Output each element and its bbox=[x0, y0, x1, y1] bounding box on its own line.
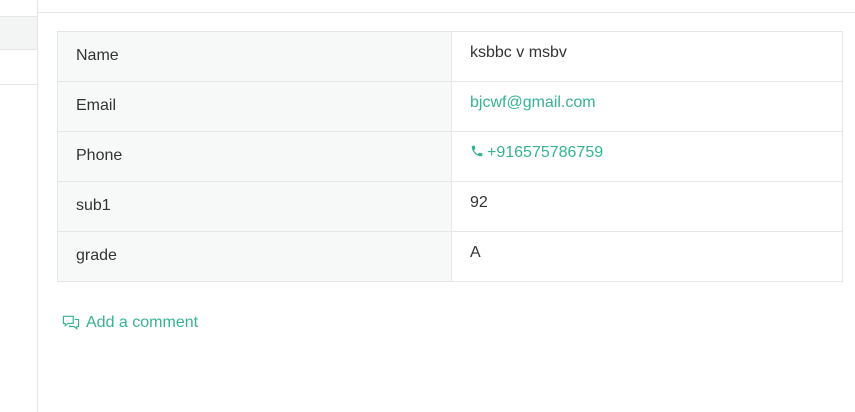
add-comment-link[interactable]: Add a comment bbox=[62, 314, 198, 332]
table-row: grade A bbox=[57, 231, 843, 282]
field-label: Name bbox=[76, 47, 119, 64]
field-label: Phone bbox=[76, 147, 123, 164]
table-row: Name ksbbc v msbv bbox=[57, 31, 843, 82]
table-row: sub1 92 bbox=[57, 181, 843, 232]
phone-icon bbox=[471, 145, 483, 157]
name-value: ksbbc v msbv bbox=[470, 44, 567, 61]
field-label: sub1 bbox=[76, 197, 111, 214]
email-link[interactable]: bjcwf@gmail.com bbox=[470, 94, 596, 111]
phone-number: +916575786759 bbox=[487, 144, 604, 161]
field-value-cell: A bbox=[451, 231, 843, 282]
comment-icon bbox=[62, 315, 80, 331]
table-row: Email bjcwf@gmail.com bbox=[57, 81, 843, 132]
details-table: Name ksbbc v msbv Email bjcwf@gmail.com … bbox=[57, 31, 843, 282]
detail-panel: Name ksbbc v msbv Email bjcwf@gmail.com … bbox=[37, 0, 855, 412]
left-panel bbox=[0, 0, 37, 412]
field-label-cell: Email bbox=[57, 81, 452, 132]
field-label-cell: Name bbox=[57, 31, 452, 82]
field-value-cell: 92 bbox=[451, 181, 843, 232]
field-label-cell: Phone bbox=[57, 131, 452, 182]
field-value-cell: +916575786759 bbox=[451, 131, 843, 182]
divider bbox=[38, 12, 855, 13]
grade-value: A bbox=[470, 244, 481, 261]
field-value-cell: bjcwf@gmail.com bbox=[451, 81, 843, 132]
field-label: Email bbox=[76, 97, 117, 114]
divider bbox=[0, 49, 37, 50]
table-row: Phone +916575786759 bbox=[57, 131, 843, 182]
phone-link[interactable]: +916575786759 bbox=[470, 144, 603, 161]
field-value-cell: ksbbc v msbv bbox=[451, 31, 843, 82]
field-label: grade bbox=[76, 247, 117, 264]
field-label-cell: grade bbox=[57, 231, 452, 282]
divider bbox=[0, 84, 37, 85]
field-label-cell: sub1 bbox=[57, 181, 452, 232]
add-comment-label: Add a comment bbox=[86, 314, 199, 331]
left-panel-row bbox=[0, 17, 37, 49]
sub1-value: 92 bbox=[470, 194, 488, 211]
